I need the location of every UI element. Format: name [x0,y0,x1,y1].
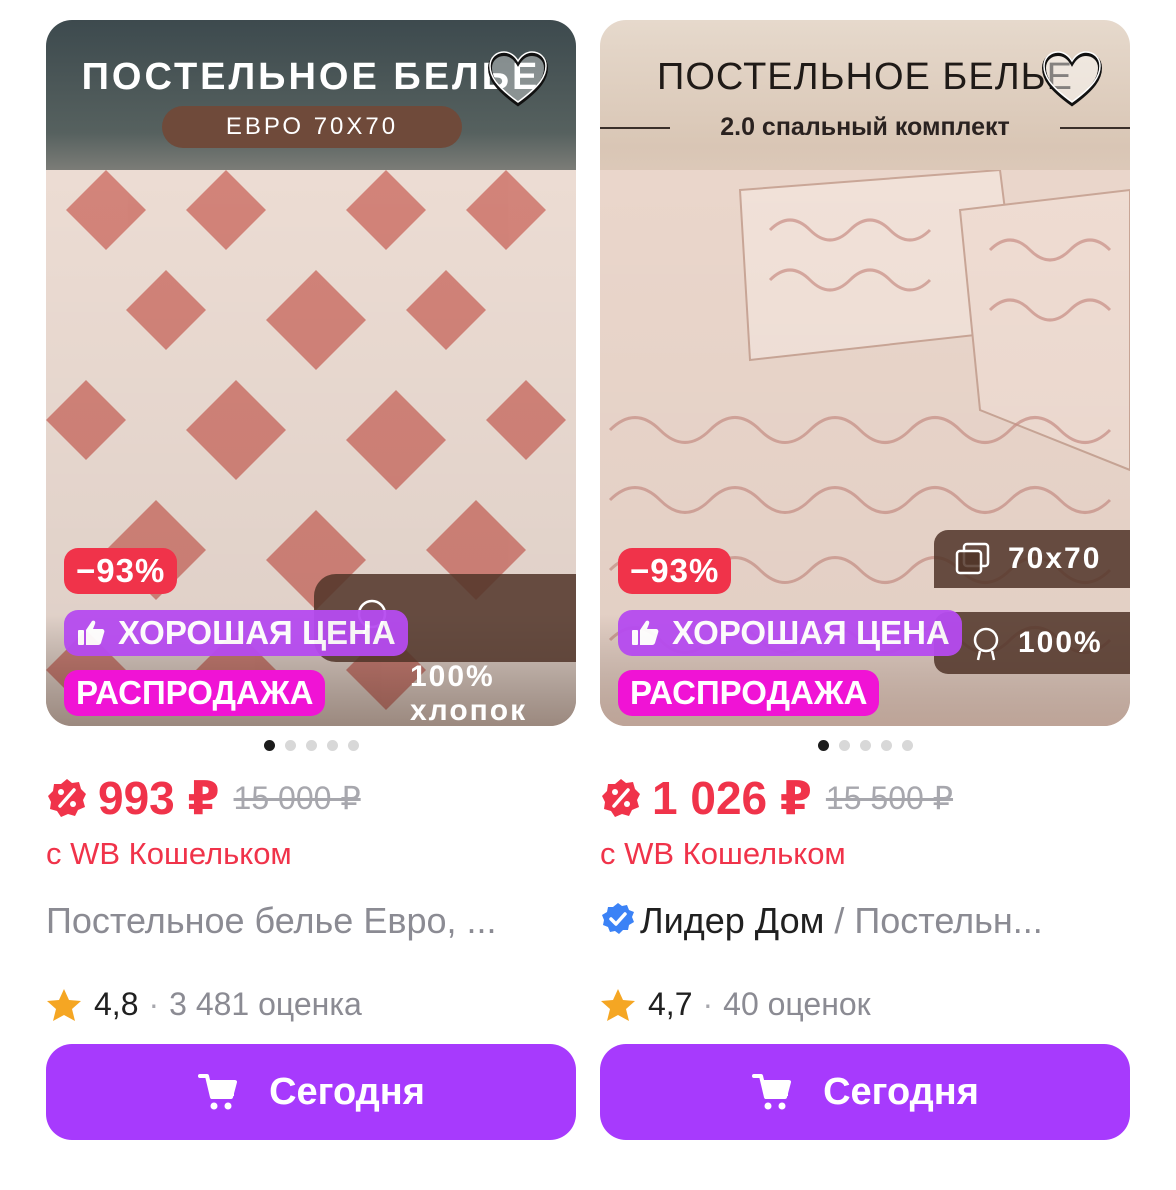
add-to-cart-button[interactable]: Сегодня [600,1044,1130,1140]
button-label: Сегодня [269,1070,425,1113]
spec-badge-size: 70x70 [934,530,1130,588]
star-icon [601,988,635,1021]
pillow-icon [955,542,990,575]
review-count[interactable]: 3 481 оценка [169,986,362,1023]
spec-text: 70x70 [1008,542,1102,575]
carousel-dot[interactable] [880,740,892,751]
photo-subtitle: ЕВРО 70X70 [162,106,462,148]
carousel-dot[interactable] [838,740,850,751]
heart-icon[interactable] [486,48,550,112]
carousel-dots [600,738,1130,756]
separator-dot: · [702,986,714,1022]
separator-dot: · [148,986,160,1022]
sale-badge: РАСПРОДАЖА [618,670,880,716]
discount-icon [602,779,640,817]
cotton-icon [973,627,999,661]
product-card[interactable]: ПОСТЕЛЬНОЕ БЕЛЬЕ ЕВРО 70X70 100% хлопок … [46,20,576,1140]
spec-text: 100% [1018,626,1103,659]
discount-icon [48,779,86,817]
old-price: 15 500 ₽ [825,780,954,816]
wallet-note: с WB Кошельком [46,836,292,871]
rating-value: 4,7 [648,986,693,1022]
thumbs-up-icon [78,620,105,645]
verified-icon [602,903,634,934]
sale-badge: РАСПРОДАЖА [64,670,326,716]
discount-badge: −93% [618,548,732,594]
title-text: / Постельн... [824,900,1043,941]
rating-row: 4,8 · 3 481 оценка [46,986,362,1023]
product-photo[interactable]: ПОСТЕЛЬНОЕ БЕЛЬЕ ЕВРО 70X70 100% хлопок … [46,20,576,726]
button-label: Сегодня [823,1070,979,1113]
product-title[interactable]: Лидер Дом / Постельн... [600,900,1120,942]
cart-icon [752,1074,792,1110]
good-price-label: ХОРОШАЯ ЦЕНА [672,614,950,651]
product-title[interactable]: Постельное белье Евро, ... [46,900,566,942]
product-photo[interactable]: ПОСТЕЛЬНОЕ БЕЛЬЕ 2.0 спальный комплект 7… [600,20,1130,726]
price: 993 ₽ [98,772,220,824]
price-row: 1 026 ₽ 15 500 ₽ [600,772,953,824]
star-icon [47,988,81,1021]
price-row: 993 ₽ 15 000 ₽ [46,772,361,824]
good-price-label: ХОРОШАЯ ЦЕНА [118,614,396,651]
old-price: 15 000 ₽ [233,780,361,816]
price: 1 026 ₽ [652,772,812,824]
heart-icon[interactable] [1040,48,1104,112]
carousel-dot[interactable] [305,740,317,751]
wallet-note: с WB Кошельком [600,836,846,871]
carousel-dots [46,738,576,756]
rating-value: 4,8 [94,986,139,1022]
discount-badge: −93% [64,548,178,594]
product-card[interactable]: ПОСТЕЛЬНОЕ БЕЛЬЕ 2.0 спальный комплект 7… [600,20,1130,1140]
brand-name[interactable]: Лидер Дом [640,900,824,941]
carousel-dot[interactable] [859,740,871,751]
rating-row: 4,7 · 40 оценок [600,986,871,1023]
carousel-dot[interactable] [347,740,359,751]
carousel-dot[interactable] [817,740,829,751]
good-price-badge: ХОРОШАЯ ЦЕНА [64,610,408,656]
review-count[interactable]: 40 оценок [723,986,871,1023]
title-text: Постельное белье Евро, ... [46,900,497,941]
carousel-dot[interactable] [263,740,275,751]
add-to-cart-button[interactable]: Сегодня [46,1044,576,1140]
cart-icon [198,1074,238,1110]
photo-subtitle: 2.0 спальный комплект [600,110,1130,144]
carousel-dot[interactable] [326,740,338,751]
carousel-dot[interactable] [901,740,913,751]
spec-badge-cotton: 100% [934,612,1130,674]
carousel-dot[interactable] [284,740,296,751]
thumbs-up-icon [632,620,659,645]
good-price-badge: ХОРОШАЯ ЦЕНА [618,610,962,656]
